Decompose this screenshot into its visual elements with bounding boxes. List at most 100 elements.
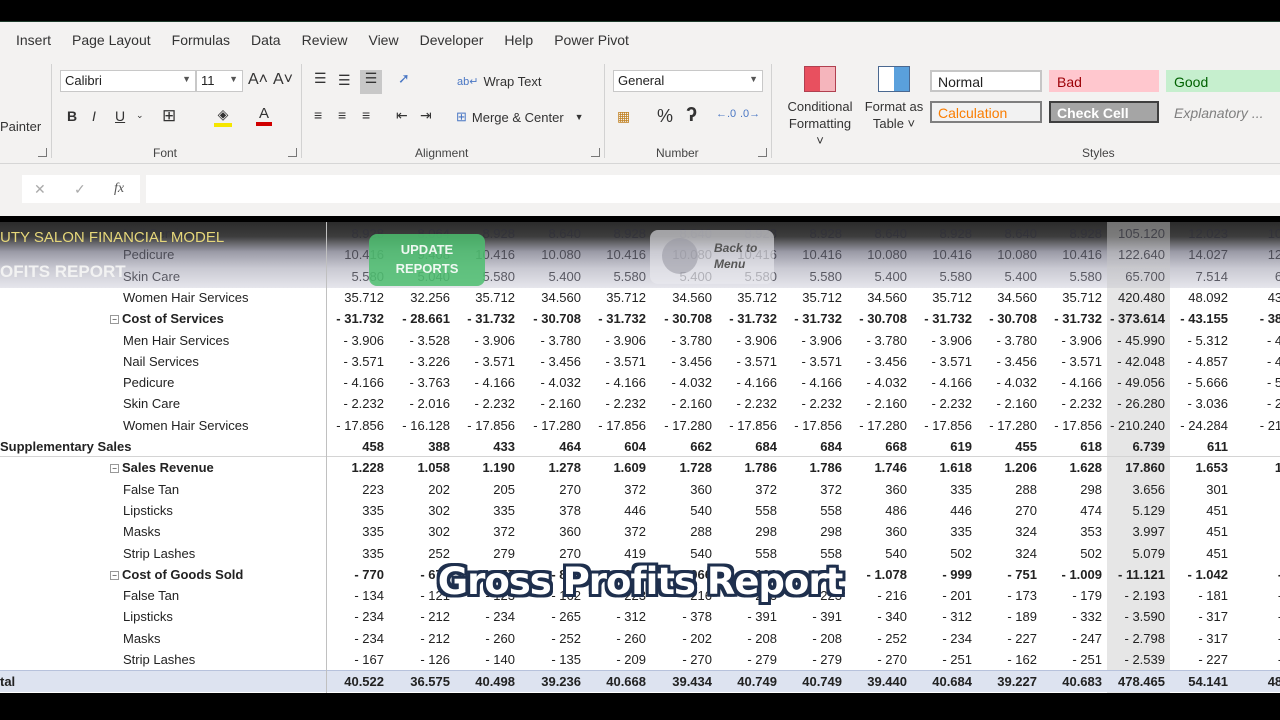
cell-value[interactable]: - 140 [449,652,515,667]
cell-value[interactable]: - 1 [1227,652,1280,667]
cell-value[interactable]: - 31.732 [1036,311,1102,326]
cell-value[interactable]: - 260 [580,631,646,646]
cell-value[interactable]: - 3.780 [646,333,712,348]
cell-value[interactable]: 10.416 [1036,247,1102,262]
cell-value[interactable]: 684 [711,439,777,454]
cell-value[interactable]: - 4.166 [711,375,777,390]
bold-button[interactable]: B [67,108,77,124]
cell-style-explanatory[interactable]: Explanatory ... [1166,101,1280,123]
cell-value[interactable]: 10.080 [971,247,1037,262]
cell-value[interactable]: 202 [384,482,450,497]
tab-view[interactable]: View [368,32,419,48]
cell-value[interactable]: 668 [841,439,907,454]
row-label[interactable]: − Cost of Services [110,311,224,326]
cell-value[interactable]: 4 [1227,524,1280,539]
enter-icon[interactable]: ✓ [74,181,86,198]
align-left-icon[interactable]: ≡ [314,107,322,123]
cell-value[interactable]: - 3.906 [449,333,515,348]
cell-value[interactable]: 540 [841,546,907,561]
cell-value[interactable]: 446 [580,503,646,518]
cell-value[interactable]: 8.640 [515,226,581,241]
cell-value[interactable]: 502 [1036,546,1102,561]
cell-value[interactable]: - 31.732 [906,311,972,326]
cell-value[interactable]: 1.4 [1227,460,1280,475]
fill-color-icon[interactable]: ◈ [214,106,232,127]
cell-value[interactable]: - 227 [971,631,1037,646]
cell-value[interactable]: 388 [384,439,450,454]
shrink-font-button[interactable]: A˅ [273,71,293,89]
cell-value[interactable]: - 2.232 [906,396,972,411]
cell-value[interactable]: 1.058 [384,460,450,475]
cell-style-normal[interactable]: Normal [930,70,1042,92]
cell-value[interactable]: - 3.571 [906,354,972,369]
cell-value[interactable]: - 17.856 [1036,418,1102,433]
cell-value[interactable]: - 252 [841,631,907,646]
cell-value[interactable]: 360 [515,524,581,539]
cell-value[interactable]: - 31.732 [711,311,777,326]
cell-value[interactable]: - 2.160 [646,396,712,411]
collapse-icon[interactable]: − [110,315,119,325]
accounting-format-icon[interactable]: ▦ [617,108,630,125]
formula-input[interactable] [146,175,1280,203]
cell-value[interactable]: - 2.232 [318,396,384,411]
row-label[interactable]: Strip Lashes [123,652,195,667]
cell-value[interactable]: 298 [1036,482,1102,497]
cell-value[interactable]: - 3.780 [841,333,907,348]
cell-value[interactable]: 40.683 [1036,674,1102,689]
cell-value[interactable]: 5.079 [1099,546,1165,561]
cell-value[interactable]: 1.786 [711,460,777,475]
cell-value[interactable]: 298 [711,524,777,539]
tab-data[interactable]: Data [251,32,302,48]
cell-value[interactable]: - 312 [906,609,972,624]
cell-value[interactable]: - 234 [318,609,384,624]
cell-value[interactable]: 335 [449,503,515,518]
cell-value[interactable]: 433 [449,439,515,454]
cell-value[interactable]: - 3.906 [711,333,777,348]
cell-value[interactable]: 205 [449,482,515,497]
cell-value[interactable]: 558 [776,503,842,518]
cell-value[interactable]: - 30.708 [646,311,712,326]
cell-value[interactable]: 5.580 [906,269,972,284]
cell-value[interactable]: 5.580 [1036,269,1102,284]
cell-value[interactable]: 10.080 [841,247,907,262]
cell-value[interactable]: - 45.990 [1099,333,1165,348]
cell-value[interactable]: 3.997 [1099,524,1165,539]
cell-value[interactable]: 40.749 [711,674,777,689]
cell-value[interactable]: 252 [384,546,450,561]
cell-value[interactable]: 558 [711,546,777,561]
cell-value[interactable]: - 2.798 [1099,631,1165,646]
cell-value[interactable]: 486 [841,503,907,518]
cell-value[interactable]: - 189 [971,609,1037,624]
cell-value[interactable]: 5.580 [776,269,842,284]
cell-value[interactable]: 5.580 [580,269,646,284]
cell-value[interactable]: 419 [580,546,646,561]
cell-value[interactable]: - 4.857 [1162,354,1228,369]
cell-style-good[interactable]: Good [1166,70,1280,92]
row-label[interactable]: Supplementary Sales [0,439,132,454]
cell-value[interactable]: 34.560 [515,290,581,305]
cell-value[interactable]: - 4.7 [1227,333,1280,348]
cell-value[interactable]: - 31.732 [580,311,646,326]
tab-review[interactable]: Review [302,32,369,48]
chevron-down-icon[interactable]: ⌄ [136,110,144,121]
cell-value[interactable]: - 17.856 [776,418,842,433]
cell-value[interactable]: 464 [515,439,581,454]
cell-value[interactable]: - 24.284 [1162,418,1228,433]
row-label[interactable]: Skin Care [123,396,180,411]
tab-page-layout[interactable]: Page Layout [72,32,172,48]
cell-value[interactable]: 451 [1162,503,1228,518]
top-align-icon[interactable]: ☰ [314,70,327,87]
cell-value[interactable]: 122.640 [1099,247,1165,262]
cell-value[interactable]: - 2.232 [776,396,842,411]
cell-value[interactable]: - 332 [1036,609,1102,624]
cell-value[interactable]: - 373.614 [1099,311,1165,326]
merge-center-button[interactable]: ⊞ Merge & Center ▼ [456,109,584,125]
cell-value[interactable]: - 251 [906,652,972,667]
tab-help[interactable]: Help [504,32,554,48]
cell-value[interactable]: 1.609 [580,460,646,475]
tab-developer[interactable]: Developer [420,32,505,48]
decrease-decimal-icon[interactable]: .0→ [740,108,760,120]
cell-value[interactable]: - 17.856 [318,418,384,433]
cell-value[interactable]: - 4.032 [515,375,581,390]
cell-value[interactable]: 353 [1036,524,1102,539]
